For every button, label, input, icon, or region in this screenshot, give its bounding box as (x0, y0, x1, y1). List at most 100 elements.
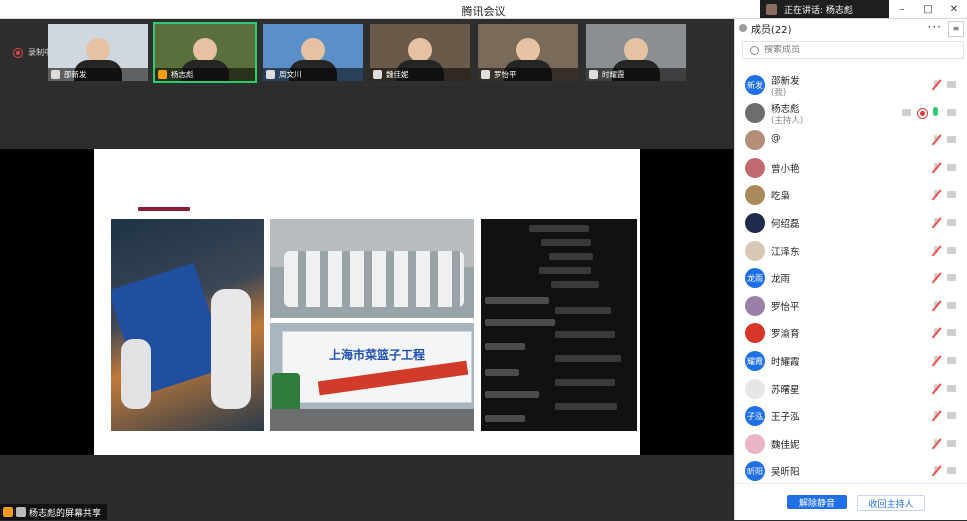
mic-muted-icon[interactable] (931, 218, 941, 228)
mic-muted-icon[interactable] (931, 135, 941, 145)
member-row[interactable]: 魏佳妮 (735, 430, 967, 458)
mic-muted-icon[interactable] (931, 190, 941, 200)
speaking-indicator: 正在讲话: 杨志彪 (760, 0, 910, 18)
member-row[interactable]: 苏曙星 (735, 375, 967, 403)
user-icon (3, 507, 13, 517)
member-avatar (745, 157, 765, 178)
minimize-button[interactable]: – (889, 0, 915, 18)
screen-share-area: 上海市菜篮子工程 (0, 149, 733, 455)
member-row[interactable]: 子泓 王子泓 (735, 402, 967, 430)
video-tile[interactable]: 魏佳妮 (370, 24, 470, 81)
mic-muted-icon[interactable] (931, 162, 941, 173)
mic-muted-icon[interactable] (931, 466, 941, 476)
chat-bubble (529, 225, 589, 232)
member-row[interactable]: 杨志彪 (主持人) (735, 99, 967, 127)
member-avatar (745, 130, 765, 151)
member-avatar (745, 295, 765, 316)
screen-share-icon (902, 108, 911, 116)
maximize-button[interactable]: □ (915, 0, 941, 18)
unmute-all-button[interactable]: 解除静音 (787, 495, 847, 509)
tile-caption: 魏佳妮 (370, 68, 470, 81)
member-row[interactable]: 吃枭 (735, 181, 967, 209)
participant-face (193, 38, 217, 62)
member-search[interactable] (742, 41, 964, 59)
chat-bubble (485, 415, 525, 422)
mic-muted-icon[interactable] (931, 328, 941, 338)
mic-muted-icon[interactable] (931, 300, 941, 311)
mic-muted-icon[interactable] (931, 245, 941, 256)
video-tile[interactable]: 罗怡平 (478, 24, 578, 81)
chat-bubble (485, 391, 539, 398)
speaking-text: 正在讲话: 杨志彪 (784, 5, 853, 16)
member-name: 曾小艳 (771, 163, 800, 175)
chat-bubble (555, 331, 615, 338)
video-tile[interactable]: 邵新发 (48, 24, 148, 81)
tile-caption: 时耀霞 (586, 68, 686, 81)
recording-indicator[interactable]: 录制中 (13, 47, 52, 58)
participant-face (624, 38, 648, 62)
more-options-button[interactable]: ··· (928, 20, 942, 34)
member-name: 邵新发 (771, 76, 800, 87)
window-controls: – □ ✕ (889, 0, 967, 18)
member-row[interactable]: 昕阳 吴昕阳 (735, 457, 967, 485)
mic-on-icon[interactable] (933, 106, 938, 116)
participant-name: 邵新发 (64, 70, 87, 79)
reclaim-host-button[interactable]: 收回主持人 (857, 495, 925, 511)
screen-share-label[interactable]: 杨志彪的屏幕共享 (0, 504, 108, 520)
member-row[interactable]: 耀霞 时耀霞 (735, 347, 967, 375)
camera-off-icon (947, 274, 956, 282)
video-tile[interactable]: 周文川 (263, 24, 363, 81)
video-strip: 录制中 邵新发 杨志彪 周文川 魏佳妮 罗怡平 时耀霞 (0, 19, 733, 86)
member-avatar (745, 323, 765, 344)
member-row[interactable]: 曾小艳 (735, 154, 967, 182)
member-row[interactable]: 新发 邵新发 (我) (735, 71, 967, 99)
search-input[interactable] (764, 45, 944, 55)
camera-off-icon (947, 136, 956, 144)
mic-muted-icon[interactable] (931, 356, 941, 366)
member-avatar: 龙雨 (745, 268, 765, 289)
members-panel: 成员(22) ··· ≡ 新发邵新发(我)杨志彪(主持人)@曾小艳吃枭何绍磊江泽… (734, 19, 967, 520)
member-avatar (745, 240, 765, 261)
members-footer: 解除静音 收回主持人 (735, 483, 967, 521)
camera-off-icon (947, 467, 956, 475)
member-row[interactable]: 江泽东 (735, 237, 967, 265)
member-role: (主持人) (771, 115, 804, 126)
mic-muted-icon[interactable] (931, 383, 941, 394)
mic-muted-icon[interactable] (931, 438, 941, 449)
tile-caption: 杨志彪 (155, 68, 255, 81)
camera-off-icon (947, 191, 956, 199)
truck-cab (272, 373, 300, 409)
member-name: 吴昕阳 (771, 467, 800, 479)
mic-muted-icon[interactable] (931, 80, 941, 90)
chat-bubble (555, 379, 615, 386)
member-row[interactable]: 罗渝育 (735, 319, 967, 347)
screen-share-text: 杨志彪的屏幕共享 (29, 508, 102, 519)
participant-name: 周文川 (279, 70, 302, 79)
camera-off-icon (947, 81, 956, 88)
member-row[interactable]: 罗怡平 (735, 292, 967, 320)
chat-bubble (485, 343, 525, 350)
close-button[interactable]: ✕ (941, 0, 967, 18)
member-name: 罗渝育 (771, 329, 800, 341)
member-name: 时耀霞 (771, 357, 800, 368)
photo-group-in-suits (270, 219, 474, 318)
camera-off-icon (947, 246, 956, 254)
video-tile[interactable]: 时耀霞 (586, 24, 686, 81)
member-row[interactable]: 龙雨 龙雨 (735, 264, 967, 292)
chat-screenshot (481, 219, 637, 431)
video-tile[interactable]: 杨志彪 (153, 22, 257, 83)
mic-muted-icon[interactable] (931, 273, 941, 283)
title-bar: 腾讯会议 正在讲话: 杨志彪 – □ ✕ (0, 0, 967, 19)
camera-off-icon (947, 163, 956, 171)
mic-icon (373, 70, 382, 79)
member-row[interactable]: @ (735, 126, 967, 154)
member-avatar: 新发 (745, 75, 765, 95)
participant-face (516, 38, 540, 62)
panel-menu-button[interactable]: ≡ (948, 21, 964, 37)
member-row[interactable]: 何绍磊 (735, 209, 967, 237)
member-avatar: 子泓 (745, 406, 765, 427)
tile-caption: 罗怡平 (478, 68, 578, 81)
camera-off-icon (947, 108, 956, 116)
mic-muted-icon[interactable] (931, 411, 941, 421)
chat-bubble (539, 267, 591, 274)
